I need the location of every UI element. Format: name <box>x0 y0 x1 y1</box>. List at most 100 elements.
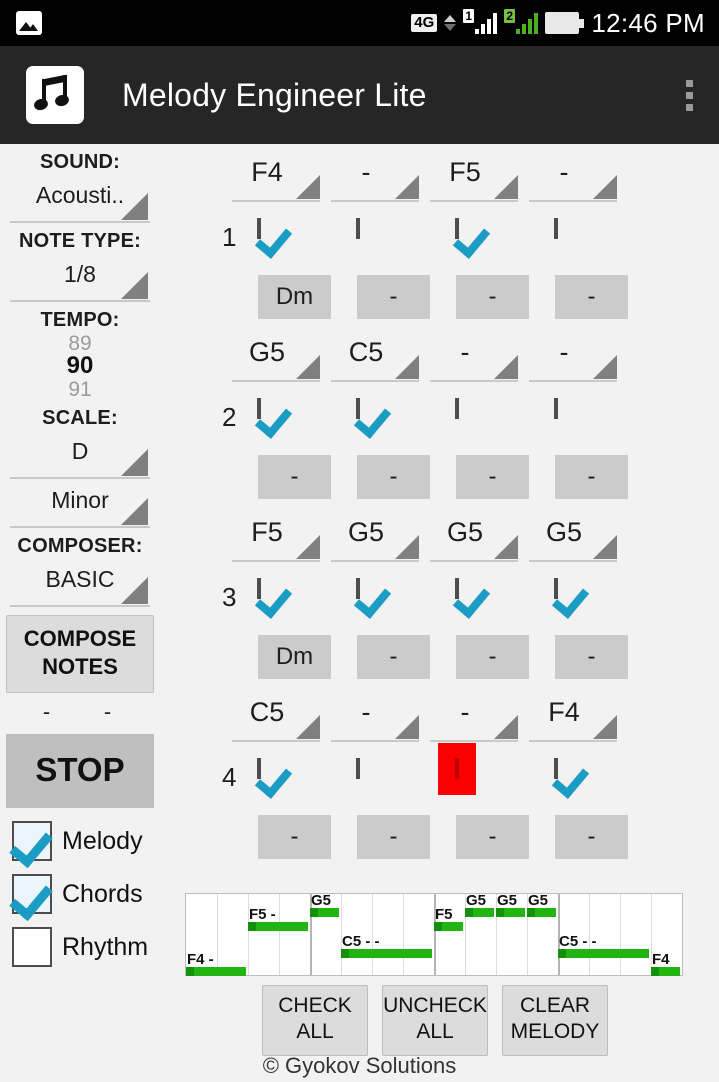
chord-button[interactable]: - <box>555 815 628 859</box>
check-all-button[interactable]: CHECK ALL <box>262 985 368 1056</box>
note-checkbox[interactable] <box>554 398 558 419</box>
compose-notes-button[interactable]: COMPOSE NOTES <box>6 615 154 694</box>
note-cell[interactable] <box>257 758 261 779</box>
music-note-icon <box>26 66 84 124</box>
chord-button[interactable]: - <box>456 455 529 499</box>
piano-roll-note[interactable] <box>465 908 494 917</box>
tempo-next-value[interactable]: 91 <box>0 378 160 400</box>
tempo-previous-value[interactable]: 89 <box>0 333 160 355</box>
note-spinner[interactable]: - <box>331 696 419 742</box>
note-checkbox[interactable] <box>257 758 261 779</box>
note-checkbox[interactable] <box>455 578 459 599</box>
note-spinner[interactable]: C5 <box>331 336 419 382</box>
note-cell[interactable] <box>257 398 261 419</box>
chord-button[interactable]: Dm <box>258 275 331 319</box>
piano-roll[interactable]: F4 - F5 - G5 C5 - - F5 G5 G5 G5 C5 - - F4 <box>185 893 683 976</box>
scale-key-spinner[interactable]: D <box>10 432 150 480</box>
chord-button[interactable]: - <box>357 635 430 679</box>
note-spinner[interactable]: G5 <box>331 516 419 562</box>
chord-button[interactable]: - <box>258 815 331 859</box>
note-cell[interactable] <box>356 398 360 419</box>
chord-button[interactable]: - <box>357 275 430 319</box>
chord-button[interactable]: - <box>357 815 430 859</box>
note-cell[interactable] <box>257 218 261 239</box>
note-checkbox[interactable] <box>554 218 558 239</box>
sound-spinner[interactable]: Acousti.. <box>10 176 150 223</box>
piano-roll-note[interactable] <box>248 922 308 931</box>
chord-button[interactable]: - <box>555 635 628 679</box>
toggle-chords[interactable]: Chords <box>12 874 160 915</box>
note-spinner[interactable]: G5 <box>232 336 320 382</box>
toggle-rhythm[interactable]: Rhythm <box>12 927 160 968</box>
note-spinner[interactable]: F4 <box>529 696 617 742</box>
piano-roll-note[interactable] <box>341 949 432 958</box>
note-cell[interactable] <box>257 578 261 599</box>
note-spinner[interactable]: C5 <box>232 696 320 742</box>
note-cell[interactable] <box>554 398 558 419</box>
note-checkbox[interactable] <box>455 398 459 419</box>
note-spinner[interactable]: - <box>331 156 419 202</box>
note-checkbox[interactable] <box>554 578 558 599</box>
note-cell[interactable] <box>554 218 558 239</box>
tempo-current-value[interactable]: 90 <box>0 353 160 378</box>
note-checkbox[interactable] <box>257 398 261 419</box>
composer-spinner[interactable]: BASIC <box>10 560 150 608</box>
composer-label: COMPOSER: <box>17 535 143 558</box>
stop-button[interactable]: STOP <box>6 734 154 809</box>
chord-button[interactable]: - <box>555 275 628 319</box>
note-spinner[interactable]: - <box>430 336 518 382</box>
chords-checkbox[interactable] <box>12 874 52 915</box>
note-spinner[interactable]: F5 <box>232 516 320 562</box>
note-spinner[interactable]: - <box>529 336 617 382</box>
piano-roll-note[interactable] <box>310 908 339 917</box>
note-cell[interactable] <box>554 578 558 599</box>
piano-roll-note[interactable] <box>558 949 649 958</box>
note-spinner[interactable]: F5 <box>430 156 518 202</box>
chord-button[interactable]: - <box>555 455 628 499</box>
scale-mode-spinner[interactable]: Minor <box>10 481 150 529</box>
note-checkbox[interactable] <box>257 218 261 239</box>
overflow-menu-icon[interactable] <box>686 79 693 111</box>
note-checkbox[interactable] <box>356 758 360 779</box>
note-cell-highlighted[interactable] <box>438 743 476 795</box>
piano-roll-note[interactable] <box>651 967 680 976</box>
note-cell[interactable] <box>455 578 459 599</box>
tempo-picker[interactable]: 89 90 91 <box>0 333 160 401</box>
chord-button[interactable]: - <box>456 815 529 859</box>
note-cell[interactable] <box>356 758 360 779</box>
melody-checkbox[interactable] <box>12 821 52 862</box>
note-checkbox[interactable] <box>455 758 459 779</box>
button-label-line: UNCHECK <box>383 994 487 1017</box>
chord-button[interactable]: - <box>456 635 529 679</box>
note-checkbox[interactable] <box>356 218 360 239</box>
note-cell[interactable] <box>455 218 459 239</box>
note-type-spinner[interactable]: 1/8 <box>10 255 150 302</box>
note-spinner[interactable]: F4 <box>232 156 320 202</box>
piano-roll-note[interactable] <box>496 908 525 917</box>
note-spinner[interactable]: - <box>529 156 617 202</box>
chord-button[interactable]: Dm <box>258 635 331 679</box>
note-spinner[interactable]: - <box>430 696 518 742</box>
rhythm-checkbox[interactable] <box>12 927 52 968</box>
note-checkbox[interactable] <box>356 578 360 599</box>
piano-roll-note[interactable] <box>527 908 556 917</box>
note-checkbox[interactable] <box>356 398 360 419</box>
note-spinner[interactable]: G5 <box>529 516 617 562</box>
note-cell[interactable] <box>455 398 459 419</box>
note-spinner[interactable]: G5 <box>430 516 518 562</box>
clear-melody-button[interactable]: CLEAR MELODY <box>502 985 608 1056</box>
note-checkbox[interactable] <box>455 218 459 239</box>
toggle-melody[interactable]: Melody <box>12 821 160 862</box>
note-checkbox[interactable] <box>257 578 261 599</box>
playback-status-row: - - <box>0 693 160 729</box>
chord-button[interactable]: - <box>456 275 529 319</box>
chord-button[interactable]: - <box>258 455 331 499</box>
chord-button[interactable]: - <box>357 455 430 499</box>
piano-roll-note[interactable] <box>434 922 463 931</box>
uncheck-all-button[interactable]: UNCHECK ALL <box>382 985 488 1056</box>
note-checkbox[interactable] <box>554 758 558 779</box>
piano-roll-note[interactable] <box>186 967 246 976</box>
note-cell[interactable] <box>554 758 558 779</box>
note-cell[interactable] <box>356 578 360 599</box>
note-cell[interactable] <box>356 218 360 239</box>
